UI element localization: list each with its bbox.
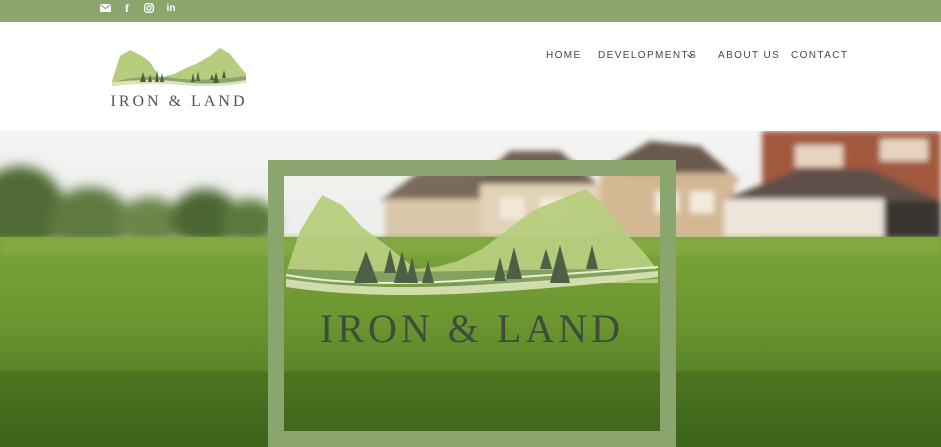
hero-section: IRON & LAND bbox=[0, 131, 941, 447]
nav-contact[interactable]: CONTACT bbox=[791, 49, 848, 63]
linkedin-icon[interactable]: in bbox=[165, 0, 177, 16]
logo-text: IRON & LAND bbox=[110, 93, 248, 110]
site-logo[interactable]: IRON & LAND bbox=[107, 48, 251, 114]
nav-about-us[interactable]: ABOUT US bbox=[718, 49, 780, 63]
instagram-icon[interactable] bbox=[143, 0, 155, 16]
hero-frame-bottom bbox=[268, 431, 676, 447]
site-header: IRON & LAND HOME DEVELOPMENTS ABOUT US C… bbox=[0, 22, 941, 131]
hero-logo-text: IRON & LAND bbox=[320, 306, 624, 351]
mountain-logo-large-icon bbox=[286, 189, 658, 295]
mountain-logo-icon bbox=[112, 48, 246, 87]
nav-developments[interactable]: DEVELOPMENTS bbox=[598, 49, 697, 63]
email-icon[interactable] bbox=[99, 0, 112, 16]
facebook-icon[interactable]: f bbox=[122, 0, 132, 16]
chevron-down-icon[interactable] bbox=[686, 52, 694, 60]
nav-home[interactable]: HOME bbox=[546, 49, 582, 63]
top-bar: f in bbox=[0, 0, 941, 22]
